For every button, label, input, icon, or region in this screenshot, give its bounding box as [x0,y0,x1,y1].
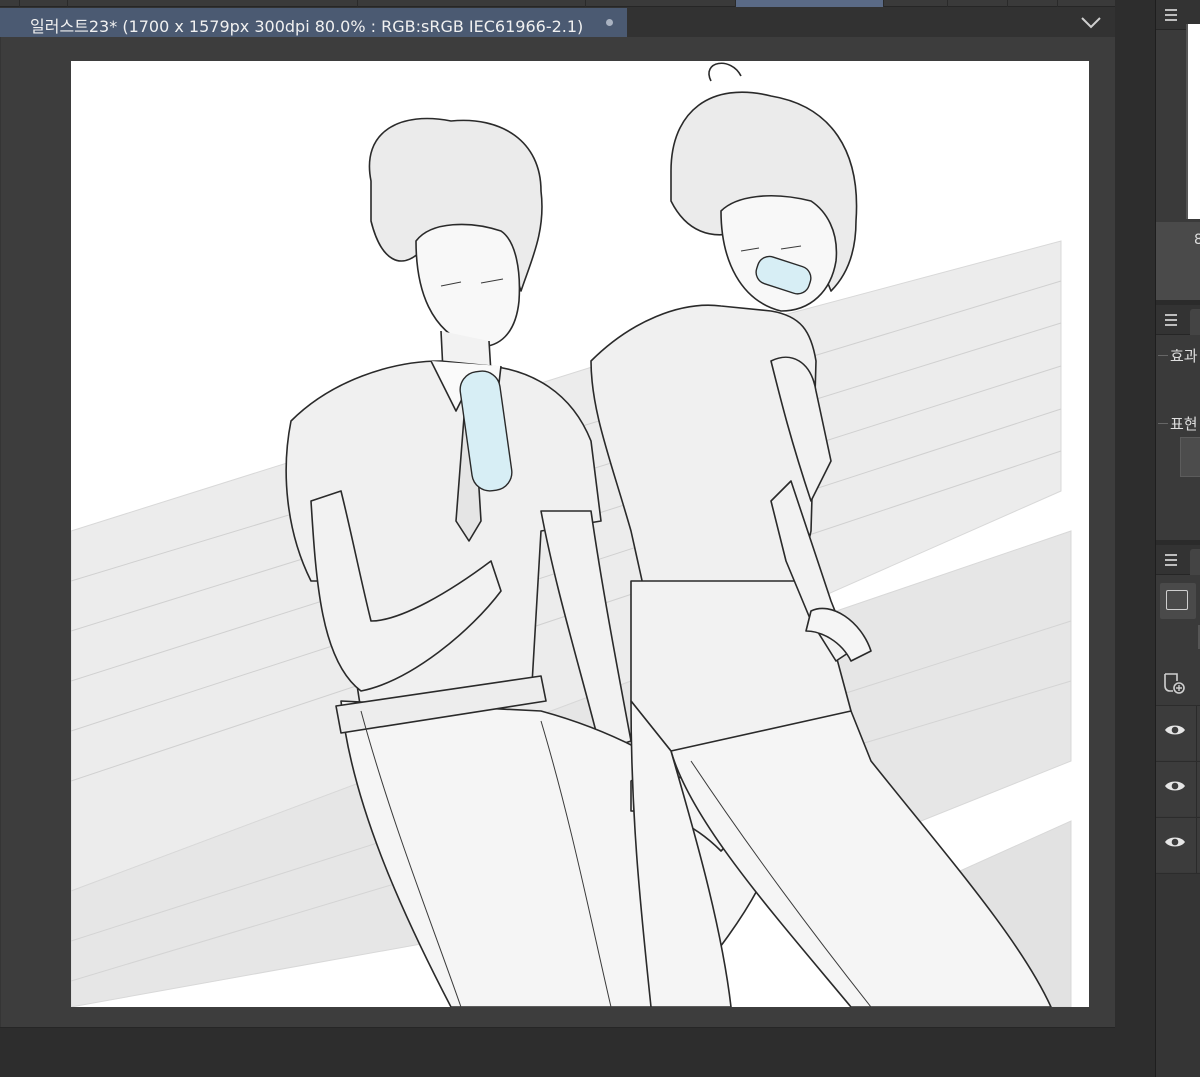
hamburger-menu-icon[interactable] [1165,554,1177,566]
rectangle-icon [1166,590,1188,610]
status-bar [0,1027,1155,1077]
document-tab-title: 일러스트23* (1700 x 1579px 300dpi 80.0% : RG… [30,17,584,36]
toolbar-segment[interactable] [586,0,736,7]
workspace-edge [0,37,1,1027]
expression-color-swatch[interactable] [1180,437,1200,477]
new-layer-icon[interactable] [1162,671,1186,695]
layer-list-empty [1156,873,1200,1077]
drawing-canvas[interactable] [71,61,1089,1007]
layer-row[interactable] [1156,705,1200,761]
eye-icon[interactable] [1164,778,1186,794]
navigator-controls: 8 [1156,222,1200,300]
top-toolbar-strip [0,0,1155,7]
eye-icon[interactable] [1164,722,1186,738]
navigator-panel: 8 [1156,0,1200,300]
toolbar-segment-active[interactable] [736,0,884,7]
layer-row[interactable] [1156,761,1200,817]
section-marker [1158,355,1168,356]
navigator-thumbnail[interactable] [1186,24,1200,219]
toolbar-segment[interactable] [1008,0,1058,7]
effects-label: 효과 [1170,347,1198,365]
close-dot-icon[interactable] [606,19,613,26]
hamburger-menu-icon[interactable] [1165,9,1177,21]
toolbar-segment[interactable] [0,0,20,7]
effects-panel: 효과 표현 [1156,305,1200,540]
layer-row[interactable] [1156,817,1200,873]
document-tab[interactable]: 일러스트23* (1700 x 1579px 300dpi 80.0% : RG… [0,8,627,37]
panel-tab[interactable] [1190,549,1200,575]
eye-icon[interactable] [1164,834,1186,850]
sketch-artwork [71,62,1072,1007]
toolbar-segment[interactable] [68,0,358,7]
section-marker [1158,423,1168,424]
expression-label: 표현 [1170,415,1198,433]
toolbar-segment[interactable] [20,0,68,7]
toolbar-segment[interactable] [948,0,1008,7]
hamburger-menu-icon[interactable] [1165,314,1177,326]
toolbar-segment[interactable] [884,0,948,7]
toolbar-segment[interactable] [358,0,586,7]
navigator-digit: 8 [1194,232,1200,248]
document-tab-bar: 일러스트23* (1700 x 1579px 300dpi 80.0% : RG… [0,7,1115,37]
panel-header [1156,305,1200,335]
chevron-down-icon[interactable] [1080,16,1102,30]
layer-tool-button[interactable] [1160,583,1196,619]
layer-panel [1156,545,1200,1077]
canvas-workspace[interactable] [0,37,1115,1027]
panel-tab[interactable] [1190,309,1200,335]
panel-header [1156,545,1200,575]
panel-divider[interactable] [1115,0,1156,1077]
